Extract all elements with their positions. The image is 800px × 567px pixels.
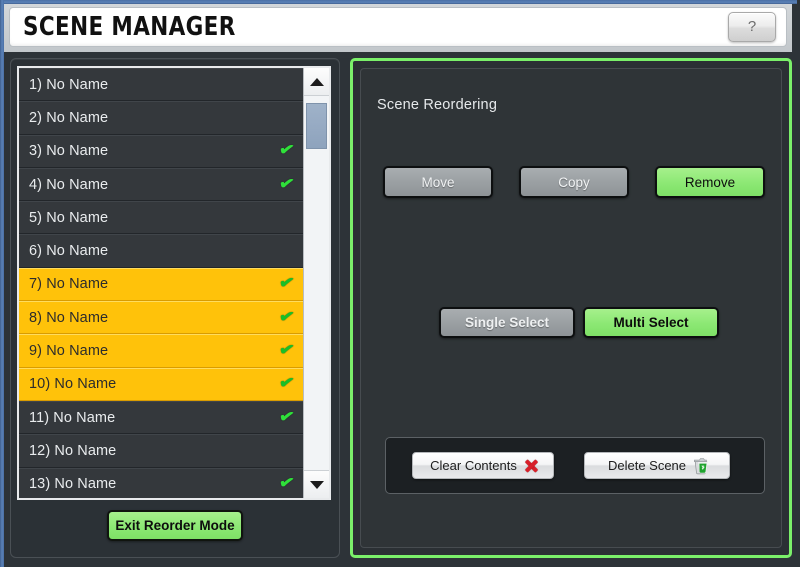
- red-x-icon: [523, 457, 540, 474]
- remove-button[interactable]: Remove: [655, 166, 765, 198]
- window-left-edge: [0, 0, 4, 567]
- delete-scene-button[interactable]: Delete Scene: [584, 452, 730, 479]
- scene-row-label: 10) No Name: [29, 376, 117, 393]
- scrollbar-thumb[interactable]: [306, 103, 327, 149]
- scene-row-label: 9) No Name: [29, 343, 109, 360]
- scene-row-label: 3) No Name: [29, 143, 109, 160]
- scene-list-panel: 1) No Name✔2) No Name✔3) No Name✔4) No N…: [10, 58, 340, 558]
- scene-row[interactable]: 5) No Name✔: [19, 201, 303, 235]
- scene-row[interactable]: 7) No Name ✔: [19, 267, 303, 302]
- check-icon: ✔: [277, 274, 296, 294]
- scene-row-label: 13) No Name: [29, 476, 117, 493]
- scene-row[interactable]: 6) No Name✔: [19, 234, 303, 268]
- title-bar-inner: SCENE MANAGER ?: [9, 7, 787, 47]
- scene-row-label: 1) No Name: [29, 76, 109, 93]
- scene-row[interactable]: 1) No Name✔: [19, 68, 303, 102]
- check-icon: ✔: [277, 374, 296, 394]
- clear-contents-label: Clear Contents: [430, 458, 517, 473]
- page-title: SCENE MANAGER: [23, 12, 236, 42]
- scene-manager-window: SCENE MANAGER ? 1) No Name✔2) No Name✔3)…: [0, 0, 800, 567]
- scene-row[interactable]: 9) No Name ✔: [19, 334, 303, 368]
- delete-scene-label: Delete Scene: [607, 458, 687, 473]
- check-icon: ✔: [277, 141, 296, 160]
- check-icon: ✔: [277, 307, 296, 327]
- scene-row[interactable]: 3) No Name ✔: [19, 134, 303, 168]
- scene-row[interactable]: 13) No Name ✔: [19, 467, 303, 498]
- check-icon: ✔: [277, 474, 296, 493]
- scene-reordering-panel: Scene Reordering Move Copy Remove Single S…: [350, 58, 792, 558]
- scene-row-label: 12) No Name: [29, 442, 117, 459]
- triangle-up-icon: [309, 77, 324, 86]
- scene-list[interactable]: 1) No Name✔2) No Name✔3) No Name✔4) No N…: [19, 68, 303, 498]
- title-bar: SCENE MANAGER ?: [4, 4, 792, 52]
- select-mode-row: Single Select Multi Select: [439, 307, 719, 338]
- scene-row[interactable]: 11) No Name ✔: [19, 400, 303, 435]
- scene-row-label: 2) No Name: [29, 109, 109, 126]
- scene-row[interactable]: 12) No Name✔: [19, 434, 303, 468]
- destructive-actions-group: Clear Contents Delete Scene: [385, 437, 765, 494]
- single-select-button[interactable]: Single Select: [439, 307, 575, 338]
- scene-row-label: 6) No Name: [29, 243, 109, 260]
- scene-list-scrollbar[interactable]: [303, 68, 329, 498]
- scene-list-frame: 1) No Name✔2) No Name✔3) No Name✔4) No N…: [17, 66, 331, 500]
- triangle-down-icon: [309, 480, 324, 489]
- move-button[interactable]: Move: [383, 166, 493, 198]
- scene-row[interactable]: 2) No Name✔: [19, 101, 303, 135]
- section-title: Scene Reordering: [377, 97, 498, 113]
- scene-row[interactable]: 10) No Name ✔: [19, 367, 303, 401]
- multi-select-button[interactable]: Multi Select: [583, 307, 719, 338]
- help-button[interactable]: ?: [728, 12, 776, 42]
- scene-row[interactable]: 4) No Name ✔: [19, 167, 303, 202]
- scene-row[interactable]: 8) No Name ✔: [19, 301, 303, 335]
- check-icon: ✔: [277, 341, 296, 360]
- scene-reordering-panel-inner: Scene Reordering Move Copy Remove Single S…: [360, 68, 782, 548]
- reorder-action-row: Move Copy Remove: [383, 166, 765, 198]
- scene-row-label: 8) No Name: [29, 309, 109, 326]
- green-recycle-bin-icon: [694, 457, 708, 474]
- check-icon: ✔: [277, 174, 296, 194]
- scrollbar-up-button[interactable]: [304, 68, 329, 96]
- exit-reorder-mode-button[interactable]: Exit Reorder Mode: [107, 510, 243, 541]
- copy-button[interactable]: Copy: [519, 166, 629, 198]
- scene-row-label: 11) No Name: [29, 409, 116, 426]
- scene-row-label: 7) No Name: [29, 276, 109, 293]
- scene-row-label: 5) No Name: [29, 209, 109, 226]
- scene-row-label: 4) No Name: [29, 176, 109, 193]
- clear-contents-button[interactable]: Clear Contents: [412, 452, 554, 479]
- scrollbar-track[interactable]: [304, 96, 329, 470]
- check-icon: ✔: [277, 407, 296, 427]
- scrollbar-down-button[interactable]: [304, 470, 329, 498]
